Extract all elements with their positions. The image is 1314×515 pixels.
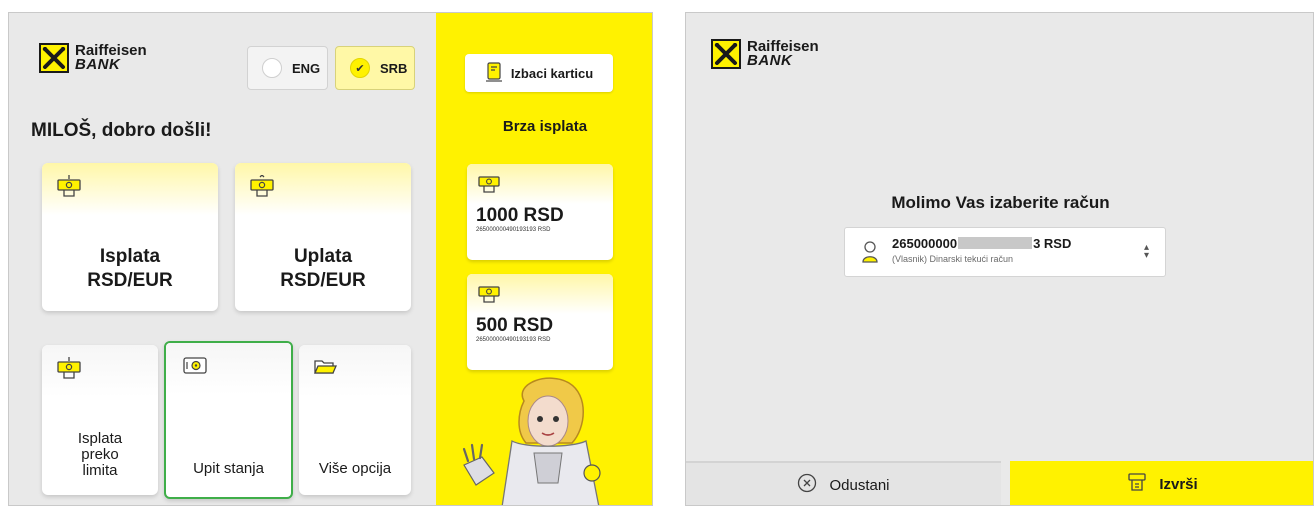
account-description: (Vlasnik) Dinarski tekući račun bbox=[892, 254, 1014, 264]
redacted-digits bbox=[958, 237, 1033, 249]
select-arrows-icon: ▴ ▾ bbox=[1143, 242, 1149, 261]
select-account-prompt: Molimo Vas izaberite račun bbox=[891, 193, 1110, 212]
deposit-rsd-eur-tile[interactable]: Uplata RSD/EUR bbox=[235, 163, 411, 311]
account-number: 265000000 3 RSD bbox=[892, 236, 1071, 251]
account-number-end: 3 RSD bbox=[1033, 236, 1072, 251]
cash-withdrawal-icon bbox=[56, 175, 82, 204]
cash-withdrawal-icon bbox=[56, 357, 82, 386]
cash-deposit-icon bbox=[249, 174, 275, 204]
account-selection-screen: Raiffeisen BANK Molimo Vas izaberite rač… bbox=[685, 12, 1314, 506]
tile-label-line3: limita bbox=[82, 462, 118, 479]
withdrawal-over-limit-tile[interactable]: Isplata preko limita bbox=[42, 345, 158, 495]
robot-assistant-illustration bbox=[454, 373, 644, 505]
raiffeisen-crossed-horses-icon bbox=[39, 43, 69, 73]
logo-text-bank: BANK bbox=[747, 52, 793, 69]
account-select-dropdown[interactable]: 265000000 3 RSD (Vlasnik) Dinarski tekući… bbox=[844, 227, 1166, 277]
eject-card-button[interactable]: Izbaci karticu bbox=[465, 54, 613, 92]
execute-label: Izvrši bbox=[1159, 475, 1198, 493]
more-options-tile[interactable]: Više opcija bbox=[299, 345, 411, 495]
checkmark-icon: ✔ bbox=[350, 58, 370, 78]
safe-icon bbox=[182, 355, 208, 382]
raiffeisen-logo: Raiffeisen BANK bbox=[39, 43, 147, 73]
raiffeisen-crossed-horses-icon bbox=[711, 39, 741, 69]
atm-home-screen: Raiffeisen BANK ENG ✔ SRB MILOŠ, dobro d… bbox=[8, 12, 653, 506]
account-number-start: 265000000 bbox=[892, 236, 958, 251]
quick-withdrawal-panel: Izbaci karticu Brza isplata 1000 RSD 265… bbox=[436, 13, 652, 505]
eject-card-label: Izbaci karticu bbox=[510, 65, 594, 81]
tile-label-line2: preko bbox=[81, 446, 119, 463]
cash-withdrawal-icon bbox=[477, 283, 501, 310]
cancel-circle-icon bbox=[797, 473, 817, 497]
folder-icon bbox=[313, 357, 337, 382]
quick-account-number: 265000000490193193 RSD bbox=[476, 227, 551, 233]
tile-label-line1: Isplata bbox=[99, 246, 161, 267]
execute-button[interactable]: Izvrši bbox=[1010, 461, 1313, 505]
language-eng-label: ENG bbox=[292, 60, 321, 76]
withdrawal-rsd-eur-tile[interactable]: Isplata RSD/EUR bbox=[42, 163, 218, 311]
radio-unchecked-icon bbox=[262, 58, 282, 78]
user-icon bbox=[861, 240, 879, 269]
cancel-button[interactable]: Odustani bbox=[686, 461, 1001, 505]
tile-label-line2: RSD/EUR bbox=[87, 270, 173, 291]
greeting-text: MILOŠ, dobro došli! bbox=[31, 120, 212, 141]
card-eject-icon bbox=[485, 61, 503, 85]
language-eng-button[interactable]: ENG bbox=[247, 46, 328, 90]
quick-withdrawal-1000-card[interactable]: 1000 RSD 265000000490193193 RSD bbox=[467, 164, 613, 260]
receipt-icon bbox=[1127, 472, 1147, 496]
language-srb-button[interactable]: ✔ SRB bbox=[335, 46, 415, 90]
tile-label-line2: RSD/EUR bbox=[280, 270, 366, 291]
tile-label-line1: Uplata bbox=[293, 246, 353, 267]
tile-label-line1: Isplata bbox=[77, 430, 123, 447]
raiffeisen-logo: Raiffeisen BANK bbox=[711, 39, 819, 69]
balance-inquiry-label: Upit stanja bbox=[193, 460, 264, 477]
quick-amount: 1000 RSD bbox=[476, 205, 564, 226]
language-srb-label: SRB bbox=[380, 60, 408, 76]
logo-text-bank: BANK bbox=[75, 56, 121, 73]
quick-amount: 500 RSD bbox=[476, 315, 554, 336]
balance-inquiry-tile[interactable]: Upit stanja bbox=[164, 341, 293, 499]
cancel-label: Odustani bbox=[829, 476, 890, 494]
quick-account-number: 265000000490193193 RSD bbox=[476, 337, 551, 343]
more-options-label: Više opcija bbox=[318, 460, 392, 477]
quick-withdrawal-title: Brza isplata bbox=[502, 118, 588, 135]
cash-withdrawal-icon bbox=[477, 173, 501, 200]
quick-withdrawal-500-card[interactable]: 500 RSD 265000000490193193 RSD bbox=[467, 274, 613, 370]
